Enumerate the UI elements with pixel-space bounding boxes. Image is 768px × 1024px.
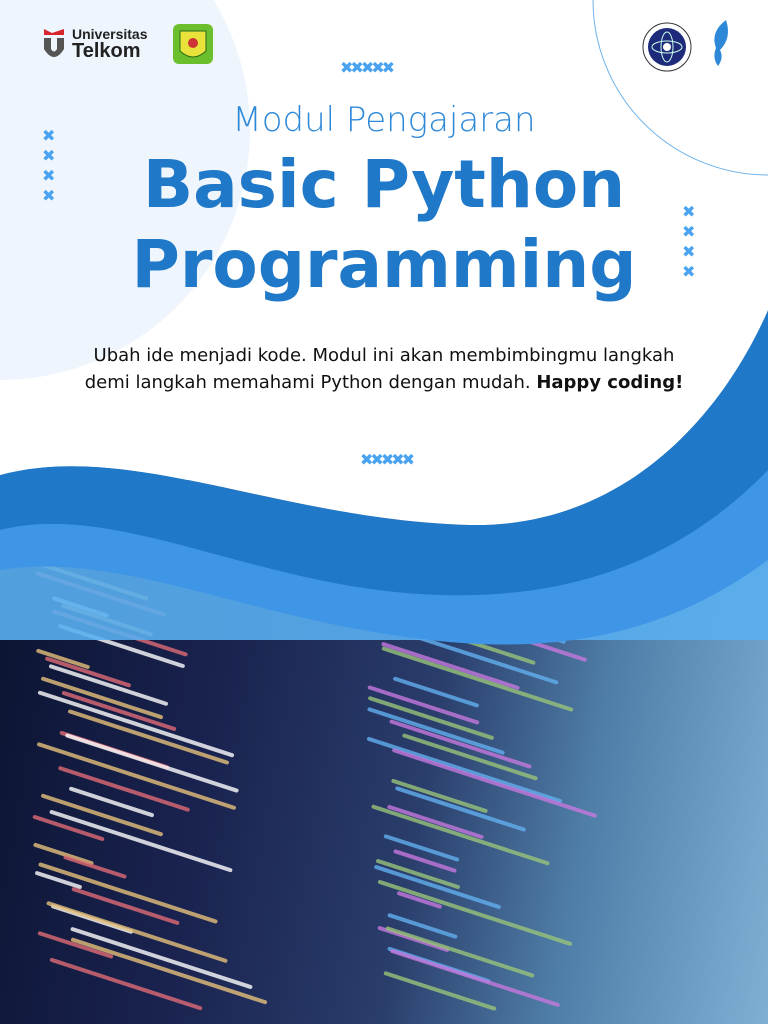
flame-logo: [706, 18, 734, 68]
school-crest-logo: [172, 23, 214, 65]
telkom-u-icon: [42, 27, 66, 61]
description: Ubah ide menjadi kode. Modul ini akan me…: [80, 342, 688, 396]
title-line-2: Programming: [0, 232, 768, 298]
cross-pattern-icon: ✖✖✖✖✖: [340, 58, 392, 77]
ministry-seal-logo: [642, 22, 692, 72]
cross-pattern-icon: ✖✖✖✖✖: [360, 450, 412, 469]
title-line-1: Basic Python: [0, 152, 768, 218]
telkom-university-logo: Universitas Telkom: [42, 27, 147, 61]
subtitle: Modul Pengajaran: [0, 100, 768, 140]
description-bold: Happy coding!: [536, 372, 683, 393]
